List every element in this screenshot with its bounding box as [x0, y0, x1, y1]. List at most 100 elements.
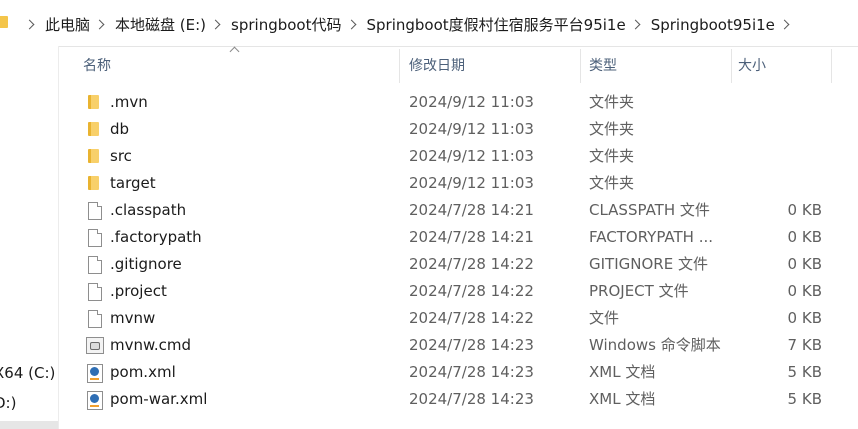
- chevron-right-icon[interactable]: [24, 19, 35, 30]
- column-header-date[interactable]: 修改日期: [409, 46, 465, 86]
- breadcrumb-this-pc[interactable]: 此电脑: [43, 14, 92, 35]
- column-header-type[interactable]: 类型: [589, 46, 617, 86]
- folder-icon-glyph: [88, 176, 99, 190]
- nav-item-drive-c[interactable]: X64 (C:): [0, 364, 55, 382]
- file-modified-date: 2024/7/28 14:22: [409, 282, 534, 300]
- file-modified-date: 2024/9/12 11:03: [409, 93, 534, 111]
- file-type: XML 文档: [589, 363, 656, 381]
- file-name: .project: [110, 282, 167, 300]
- file-size: 0 KB: [787, 228, 822, 246]
- file-icon: [86, 201, 104, 220]
- chevron-right-icon[interactable]: [779, 19, 790, 30]
- file-row[interactable]: mvnw 2024/7/28 14:22 文件 0 KB: [58, 305, 858, 332]
- file-modified-date: 2024/7/28 14:21: [409, 201, 534, 219]
- file-type: Windows 命令脚本: [589, 336, 721, 354]
- xml-document-icon-glyph: [87, 364, 103, 383]
- breadcrumb-springboot-code[interactable]: springboot代码: [229, 14, 343, 35]
- file-type: 文件夹: [589, 120, 635, 138]
- breadcrumb-local-disk-e[interactable]: 本地磁盘 (E:): [113, 14, 208, 35]
- file-name: .classpath: [110, 201, 187, 219]
- file-modified-date: 2024/7/28 14:23: [409, 336, 534, 354]
- file-size: 7 KB: [787, 336, 822, 354]
- file-icon-glyph: [88, 202, 102, 220]
- file-row[interactable]: .factorypath 2024/7/28 14:21 FACTORYPATH .…: [58, 224, 858, 251]
- file-size: 0 KB: [787, 282, 822, 300]
- file-row[interactable]: mvnw.cmd 2024/7/28 14:23 Windows 命令脚本 7 KB: [58, 332, 858, 359]
- sort-ascending-icon: [229, 46, 240, 57]
- file-icon-glyph: [88, 229, 102, 247]
- file-row[interactable]: .mvn 2024/9/12 11:03 文件夹: [58, 89, 858, 116]
- file-row[interactable]: .gitignore 2024/7/28 14:22 GITIGNORE 文件 0 K…: [58, 251, 858, 278]
- file-type: 文件: [589, 309, 620, 327]
- file-modified-date: 2024/7/28 14:22: [409, 309, 534, 327]
- xml-document-icon: [86, 363, 104, 383]
- file-icon-glyph: [88, 283, 102, 301]
- file-row[interactable]: db 2024/9/12 11:03 文件夹: [58, 116, 858, 143]
- file-list: .mvn 2024/9/12 11:03 文件夹 db 2024/9/12 11:03 文…: [58, 89, 858, 413]
- column-header-name[interactable]: 名称: [83, 46, 111, 86]
- xml-document-icon: [86, 390, 104, 410]
- nav-item-drive-d[interactable]: D:): [0, 394, 16, 412]
- file-type: GITIGNORE 文件: [589, 255, 708, 273]
- folder-icon: [86, 174, 104, 193]
- breadcrumb: 此电脑 本地磁盘 (E:) springboot代码 Springboot度假村…: [22, 14, 798, 35]
- file-name: mvnw.cmd: [110, 336, 192, 354]
- file-row[interactable]: src 2024/9/12 11:03 文件夹: [58, 143, 858, 170]
- column-header-size[interactable]: 大小: [738, 46, 766, 86]
- file-size: 5 KB: [787, 390, 822, 408]
- file-type: 文件夹: [589, 93, 635, 111]
- breadcrumb-current-folder[interactable]: Springboot95i1e: [649, 16, 777, 34]
- folder-icon: [86, 93, 104, 112]
- file-name: .mvn: [110, 93, 148, 111]
- column-divider[interactable]: [831, 49, 832, 83]
- breadcrumb-project-folder[interactable]: Springboot度假村住宿服务平台95i1e: [365, 14, 628, 35]
- nav-scrollbar[interactable]: [0, 421, 58, 429]
- file-icon-glyph: [88, 256, 102, 274]
- file-row[interactable]: .project 2024/7/28 14:22 PROJECT 文件 0 KB: [58, 278, 858, 305]
- file-name: mvnw: [110, 309, 156, 327]
- file-name: db: [110, 120, 130, 138]
- file-row[interactable]: target 2024/9/12 11:03 文件夹: [58, 170, 858, 197]
- file-icon: [86, 228, 104, 247]
- file-modified-date: 2024/7/28 14:23: [409, 363, 534, 381]
- xml-document-icon-glyph: [87, 391, 103, 410]
- column-header-row: 名称 修改日期 类型 大小: [58, 46, 858, 86]
- file-type: 文件夹: [589, 174, 635, 192]
- chevron-right-icon[interactable]: [94, 19, 105, 30]
- file-size: 0 KB: [787, 309, 822, 327]
- column-divider[interactable]: [731, 49, 732, 83]
- file-name: .factorypath: [110, 228, 202, 246]
- cmd-script-icon-glyph: [86, 337, 104, 354]
- chevron-right-icon[interactable]: [346, 19, 356, 30]
- file-icon: [86, 309, 104, 328]
- file-modified-date: 2024/9/12 11:03: [409, 174, 534, 192]
- cmd-script-icon: [86, 336, 104, 355]
- file-type: FACTORYPATH ...: [589, 228, 714, 246]
- file-name: src: [110, 147, 132, 165]
- folder-icon-glyph: [88, 95, 99, 109]
- file-icon: [86, 282, 104, 301]
- file-type: PROJECT 文件: [589, 282, 689, 300]
- column-divider[interactable]: [399, 49, 400, 83]
- column-divider[interactable]: [580, 49, 581, 83]
- file-size: 0 KB: [787, 201, 822, 219]
- file-size: 5 KB: [787, 363, 822, 381]
- file-row[interactable]: pom.xml 2024/7/28 14:23 XML 文档 5 KB: [58, 359, 858, 386]
- file-name: pom.xml: [110, 363, 176, 381]
- file-modified-date: 2024/7/28 14:21: [409, 228, 534, 246]
- file-type: 文件夹: [589, 147, 635, 165]
- folder-icon: [86, 147, 104, 166]
- file-row[interactable]: pom-war.xml 2024/7/28 14:23 XML 文档 5 KB: [58, 386, 858, 413]
- folder-icon-glyph: [88, 149, 99, 163]
- file-row[interactable]: .classpath 2024/7/28 14:21 CLASSPATH 文件 0 K…: [58, 197, 858, 224]
- chevron-right-icon[interactable]: [630, 19, 641, 30]
- file-size: 0 KB: [787, 255, 822, 273]
- chevron-right-icon[interactable]: [210, 19, 221, 30]
- file-name: target: [110, 174, 156, 192]
- address-bar[interactable]: 此电脑 本地磁盘 (E:) springboot代码 Springboot度假村…: [0, 0, 858, 47]
- file-name: .gitignore: [110, 255, 182, 273]
- file-explorer-window: 此电脑 本地磁盘 (E:) springboot代码 Springboot度假村…: [0, 0, 858, 429]
- folder-icon: [86, 120, 104, 139]
- file-type: XML 文档: [589, 390, 656, 408]
- folder-icon-glyph: [88, 122, 99, 136]
